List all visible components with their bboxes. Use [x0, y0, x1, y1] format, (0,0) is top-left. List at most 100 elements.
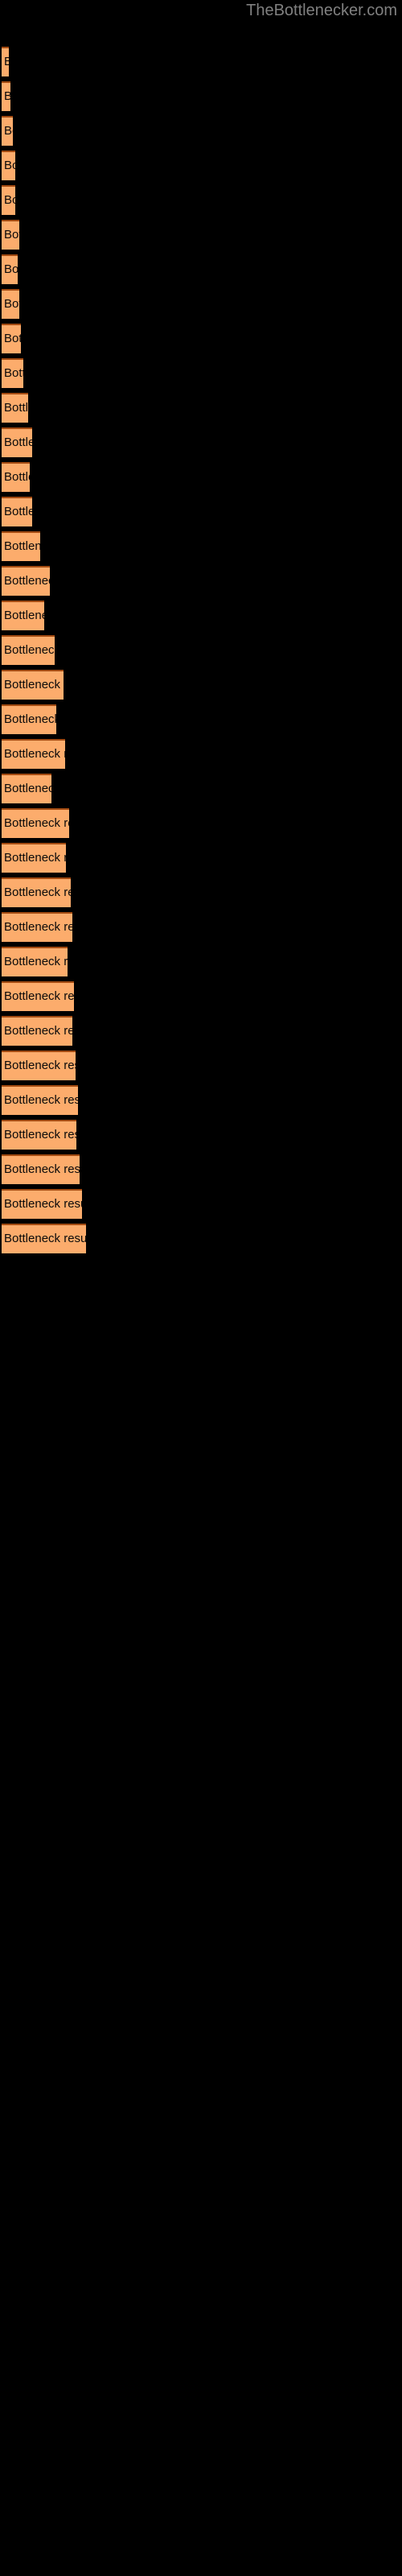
bar-label: Bottleneck result: [4, 643, 55, 657]
bar-row[interactable]: Bottleneck result: [2, 220, 19, 250]
bar-label-clip: Bottleneck result: [2, 254, 18, 284]
bar-label-clip: Bottleneck result: [2, 912, 72, 942]
bar-label-clip: Bottleneck result: [2, 462, 30, 492]
bar-label: Bottleneck result: [4, 955, 68, 968]
bar-label: Bottleneck result: [4, 678, 64, 691]
bar-label: Bottleneck result: [4, 574, 50, 588]
bar-label: Bottleneck result: [4, 228, 19, 242]
bar-row[interactable]: Bottleneck result: [2, 185, 15, 215]
bar-row[interactable]: Bottleneck result: [2, 877, 71, 907]
bar-row[interactable]: Bottleneck result: [2, 393, 28, 423]
bar-label: Bottleneck result: [4, 297, 19, 311]
bar-label: Bottleneck result: [4, 782, 51, 795]
bar-label: Bottleneck result: [4, 1093, 78, 1107]
bar-row[interactable]: Bottleneck result: [2, 1085, 78, 1115]
bar-row[interactable]: Bottleneck result: [2, 601, 44, 630]
bar-row[interactable]: Bottleneck result: [2, 151, 15, 180]
bar-row[interactable]: Bottleneck result: [2, 462, 30, 492]
bar-label: Bottleneck result: [4, 193, 15, 207]
bar-label: Bottleneck result: [4, 920, 72, 934]
bar-label-clip: Bottleneck result: [2, 947, 68, 976]
bar-label-clip: Bottleneck result: [2, 566, 50, 596]
bar-row[interactable]: Bottleneck result: [2, 1224, 86, 1253]
bar-label-clip: Bottleneck result: [2, 981, 74, 1011]
bar-label: Bottleneck result: [4, 1162, 80, 1176]
bar-label-clip: Bottleneck result: [2, 220, 19, 250]
bar-label-clip: Bottleneck result: [2, 427, 32, 457]
bar-label-clip: Bottleneck result: [2, 1051, 76, 1080]
bar-label-clip: Bottleneck result: [2, 739, 65, 769]
bar-row[interactable]: Bottleneck result: [2, 427, 32, 457]
bar-label-clip: Bottleneck result: [2, 324, 21, 353]
bar-row[interactable]: Bottleneck result: [2, 497, 32, 526]
bar-label-clip: Bottleneck result: [2, 116, 13, 146]
bar-row[interactable]: Bottleneck result: [2, 981, 74, 1011]
bar-label: Bottleneck result: [4, 436, 32, 449]
bar-label: Bottleneck result: [4, 816, 69, 830]
bar-label: Bottleneck result: [4, 262, 18, 276]
bar-label-clip: Bottleneck result: [2, 808, 69, 838]
bar-row[interactable]: Bottleneck result: [2, 531, 40, 561]
bar-row[interactable]: Bottleneck result: [2, 635, 55, 665]
bar-label-clip: Bottleneck result: [2, 1189, 82, 1219]
bar-label: Bottleneck result: [4, 124, 13, 138]
bar-label: Bottleneck result: [4, 366, 23, 380]
bar-row[interactable]: Bottleneck result: [2, 324, 21, 353]
bar-label-clip: Bottleneck result: [2, 774, 51, 803]
bar-label: Bottleneck result: [4, 1024, 72, 1038]
bar-label-clip: Bottleneck result: [2, 601, 44, 630]
bar-label: Bottleneck result: [4, 1232, 86, 1245]
bar-row[interactable]: Bottleneck result: [2, 1016, 72, 1046]
bar-label-clip: Bottleneck result: [2, 81, 10, 111]
bar-label: Bottleneck result: [4, 55, 9, 68]
bar-label: Bottleneck result: [4, 1197, 82, 1211]
bar-row[interactable]: Bottleneck result: [2, 739, 65, 769]
bar-label: Bottleneck result: [4, 1128, 76, 1141]
bar-label: Bottleneck result: [4, 332, 21, 345]
bar-row[interactable]: Bottleneck result: [2, 289, 19, 319]
bar-label: Bottleneck result: [4, 159, 15, 172]
bar-row[interactable]: Bottleneck result: [2, 1051, 76, 1080]
bar-row[interactable]: Bottleneck result: [2, 116, 13, 146]
bar-label: Bottleneck result: [4, 539, 40, 553]
page-title: TheBottlenecker.com: [246, 2, 397, 19]
bar-label: Bottleneck result: [4, 747, 65, 761]
bar-label-clip: Bottleneck result: [2, 1224, 86, 1253]
bar-row[interactable]: Bottleneck result: [2, 566, 50, 596]
bar-label: Bottleneck result: [4, 1059, 76, 1072]
bar-label: Bottleneck result: [4, 401, 28, 415]
bar-row[interactable]: Bottleneck result: [2, 843, 66, 873]
bar-row[interactable]: Bottleneck result: [2, 912, 72, 942]
bar-label-clip: Bottleneck result: [2, 704, 56, 734]
bar-label-clip: Bottleneck result: [2, 289, 19, 319]
bar-row[interactable]: Bottleneck result: [2, 254, 18, 284]
bar-row[interactable]: Bottleneck result: [2, 808, 69, 838]
bar-label: Bottleneck result: [4, 851, 66, 865]
bar-row[interactable]: Bottleneck result: [2, 774, 51, 803]
bar-label: Bottleneck result: [4, 89, 10, 103]
bar-label-clip: Bottleneck result: [2, 877, 71, 907]
bar-label-clip: Bottleneck result: [2, 185, 15, 215]
bar-row[interactable]: Bottleneck result: [2, 1120, 76, 1150]
bar-label: Bottleneck result: [4, 470, 30, 484]
bar-row[interactable]: Bottleneck result: [2, 358, 23, 388]
bar-label-clip: Bottleneck result: [2, 670, 64, 700]
bar-row[interactable]: Bottleneck result: [2, 704, 56, 734]
bar-label-clip: Bottleneck result: [2, 1016, 72, 1046]
bar-label-clip: Bottleneck result: [2, 1120, 76, 1150]
bar-label-clip: Bottleneck result: [2, 151, 15, 180]
bar-row[interactable]: Bottleneck result: [2, 1189, 82, 1219]
bar-label-clip: Bottleneck result: [2, 1154, 80, 1184]
bar-row[interactable]: Bottleneck result: [2, 670, 64, 700]
bar-label-clip: Bottleneck result: [2, 843, 66, 873]
bar-label-clip: Bottleneck result: [2, 635, 55, 665]
bar-row[interactable]: Bottleneck result: [2, 1154, 80, 1184]
bar-label-clip: Bottleneck result: [2, 393, 28, 423]
bar-label-clip: Bottleneck result: [2, 358, 23, 388]
bar-row[interactable]: Bottleneck result: [2, 947, 68, 976]
bar-label: Bottleneck result: [4, 505, 32, 518]
bar-label: Bottleneck result: [4, 989, 74, 1003]
bar-row[interactable]: Bottleneck result: [2, 47, 9, 76]
bar-label: Bottleneck result: [4, 712, 56, 726]
bar-row[interactable]: Bottleneck result: [2, 81, 10, 111]
